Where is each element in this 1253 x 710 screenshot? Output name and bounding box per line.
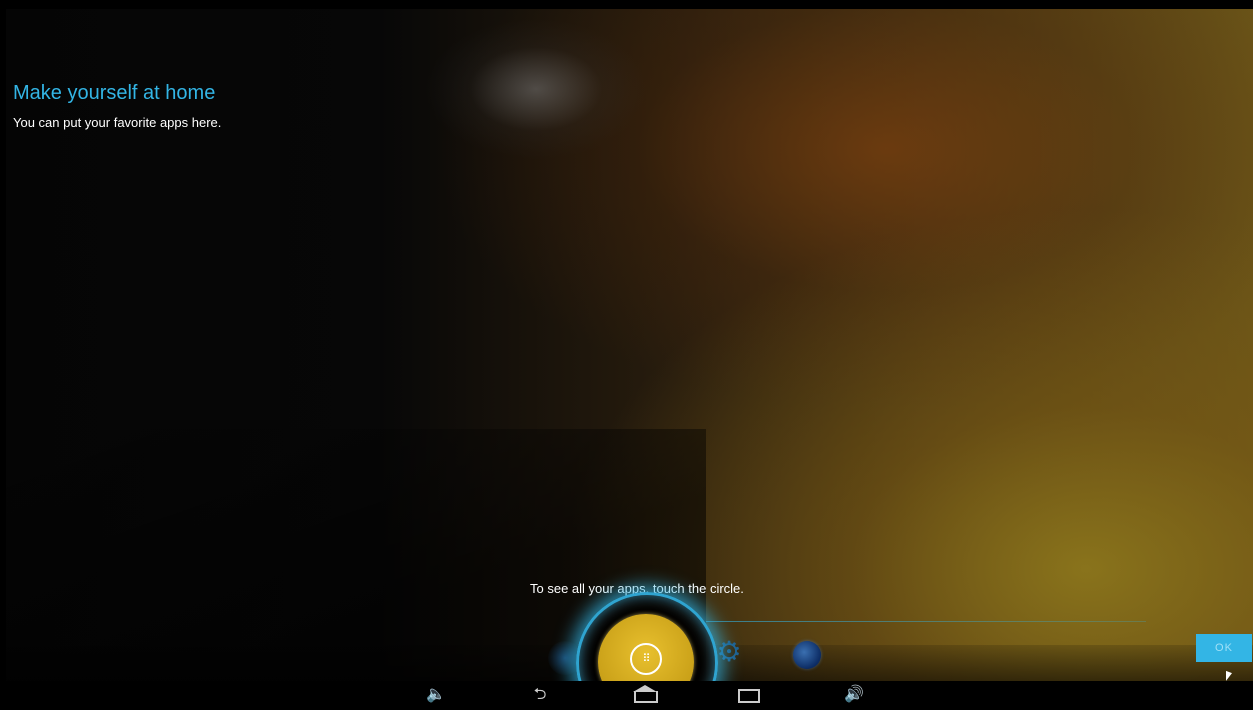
home-screen: Make yourself at home You can put your f… bbox=[6, 9, 1253, 703]
volume-down-icon[interactable]: 🔈 bbox=[422, 685, 450, 703]
welcome-subtitle: You can put your favorite apps here. bbox=[13, 115, 222, 130]
recent-apps-icon[interactable] bbox=[738, 689, 760, 703]
mouse-cursor-icon bbox=[1226, 670, 1232, 684]
volume-up-icon[interactable]: 🔊 bbox=[840, 685, 868, 703]
back-icon[interactable]: ⮌ bbox=[526, 685, 554, 703]
apps-grid-icon: ⠿ bbox=[630, 643, 662, 675]
navigation-bar bbox=[6, 681, 1253, 703]
browser-icon[interactable] bbox=[793, 641, 821, 669]
hint-divider bbox=[706, 621, 1146, 622]
settings-gear-icon[interactable]: ⚙ bbox=[714, 637, 744, 667]
welcome-title: Make yourself at home bbox=[13, 82, 216, 104]
home-icon[interactable] bbox=[634, 691, 658, 703]
ok-button[interactable]: OK bbox=[1196, 634, 1252, 662]
